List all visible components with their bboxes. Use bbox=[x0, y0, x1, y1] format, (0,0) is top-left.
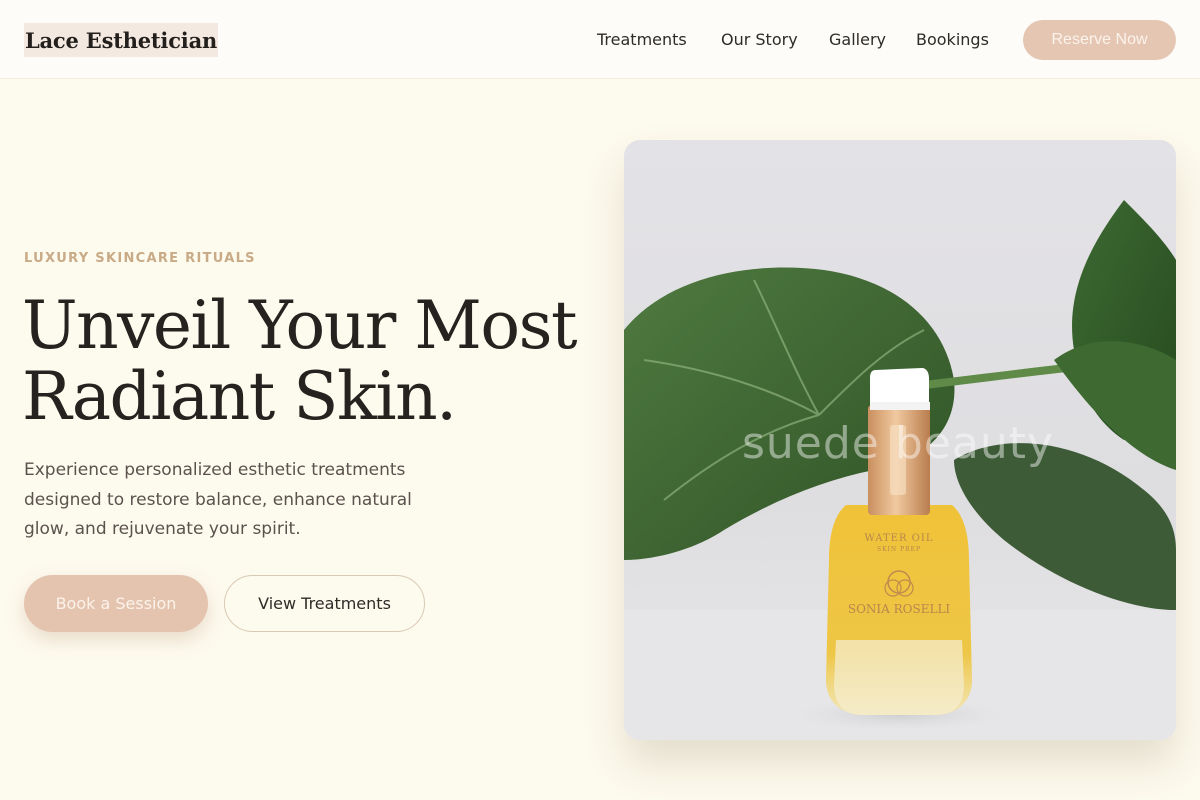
nav-link-bookings[interactable]: Bookings bbox=[916, 29, 989, 51]
reserve-now-button[interactable]: Reserve Now bbox=[1023, 20, 1176, 60]
nav-link-our-story[interactable]: Our Story bbox=[721, 29, 798, 51]
view-treatments-button[interactable]: View Treatments bbox=[224, 575, 425, 632]
bottle-label-line2: SKIN PREP bbox=[876, 546, 922, 553]
nav-links: Treatments Our Story Gallery Bookings bbox=[0, 29, 1200, 51]
hero-headline-line1: Unveil Your Most bbox=[22, 287, 577, 364]
top-navigation: Lace Esthetician Treatments Our Story Ga… bbox=[0, 0, 1200, 79]
hero-subtext: Experience personalized esthetic treatme… bbox=[24, 460, 412, 539]
hero-product-image: suede beauty WATER OIL SKIN PREP SONIA R… bbox=[624, 140, 1176, 740]
image-watermark: suede beauty bbox=[742, 418, 1055, 469]
book-session-button[interactable]: Book a Session bbox=[24, 575, 208, 632]
hero-headline-line2: Radiant Skin. bbox=[22, 358, 457, 435]
bottle-label-line1: WATER OIL bbox=[864, 533, 934, 544]
hero-headline: Unveil Your Most Radiant Skin. bbox=[22, 290, 602, 432]
nav-link-treatments[interactable]: Treatments bbox=[597, 29, 687, 51]
bottle-brand-name: SONIA ROSELLI bbox=[847, 602, 951, 616]
hero-eyebrow: LUXURY SKINCARE RITUALS bbox=[24, 251, 256, 266]
leaf-right bbox=[1054, 200, 1176, 470]
nav-link-gallery[interactable]: Gallery bbox=[829, 29, 886, 51]
